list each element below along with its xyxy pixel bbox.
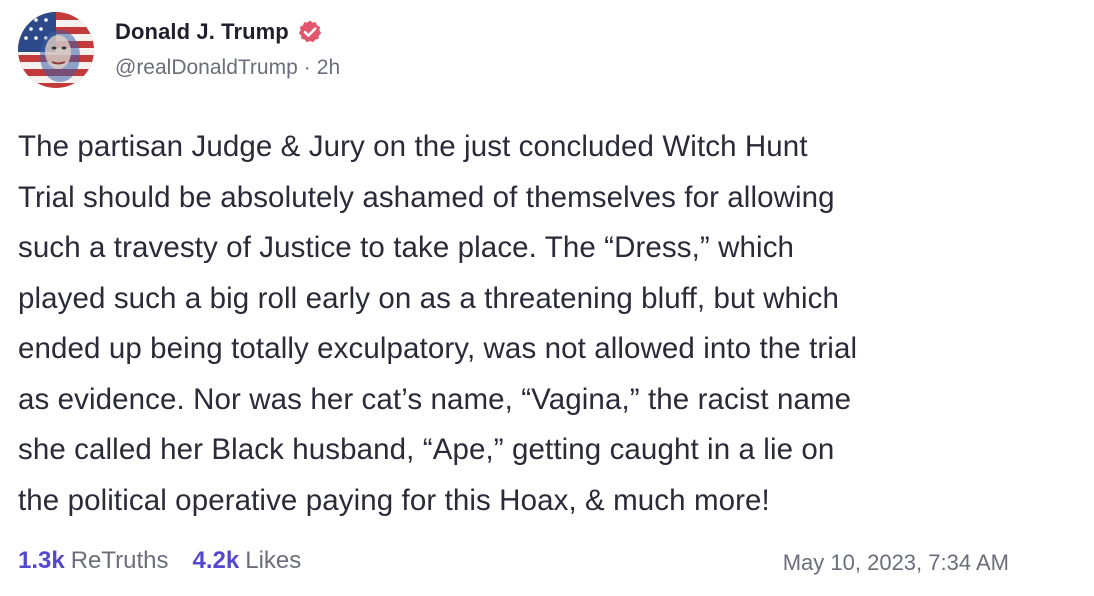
author-display-name[interactable]: Donald J. Trump <box>115 19 289 45</box>
post-timestamp[interactable]: May 10, 2023, 7:34 AM <box>783 550 1009 576</box>
retruths-count: 1.3k <box>18 547 65 574</box>
post-age[interactable]: 2h <box>317 56 340 80</box>
retruths-stat[interactable]: 1.3k ReTruths <box>18 547 169 575</box>
post-text: The partisan Judge & Jury on the just co… <box>18 130 858 517</box>
author-meta: @realDonaldTrump · 2h <box>115 56 340 80</box>
likes-label: Likes <box>245 547 302 574</box>
author-handle[interactable]: @realDonaldTrump <box>115 56 298 80</box>
retruths-label: ReTruths <box>70 547 169 574</box>
likes-count: 4.2k <box>192 547 240 574</box>
avatar-image <box>18 12 94 88</box>
verified-badge-icon <box>297 19 323 45</box>
truth-post: Donald J. Trump @realDonaldTrump · 2h Th… <box>0 0 1094 596</box>
avatar[interactable] <box>18 12 94 88</box>
meta-separator: · <box>303 56 311 79</box>
engagement-stats: 1.3k ReTruths 4.2k Likes <box>18 547 325 575</box>
author-row: Donald J. Trump <box>115 16 323 48</box>
likes-stat[interactable]: 4.2k Likes <box>193 547 302 575</box>
